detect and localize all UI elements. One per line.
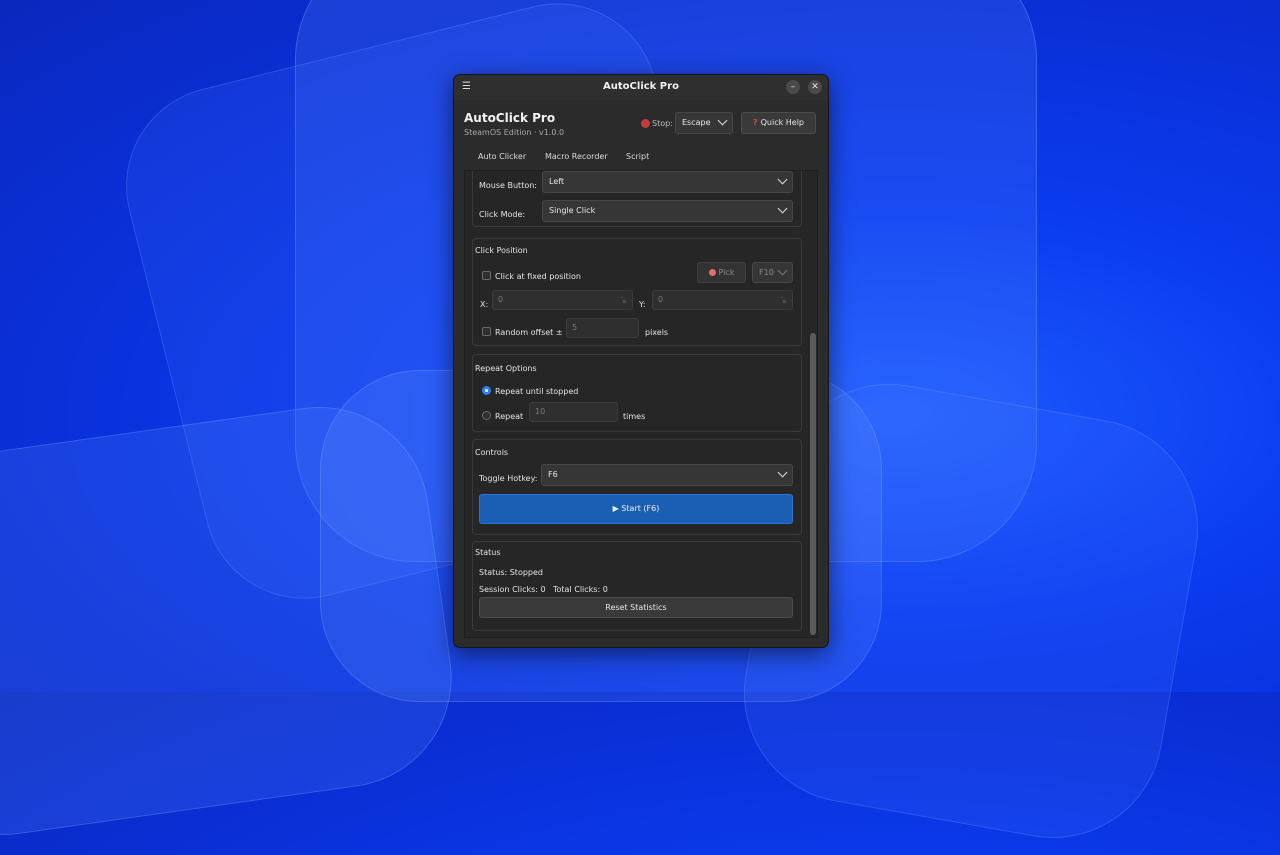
tab-auto-clicker[interactable]: Auto Clicker	[470, 146, 535, 172]
spin-arrows-icon[interactable]: – ≡	[780, 295, 788, 305]
window-title: AutoClick Pro	[603, 81, 679, 92]
stop-key-select[interactable]: Escape	[675, 112, 733, 134]
tab-script[interactable]: Script	[618, 146, 657, 170]
toggle-hotkey-label: Toggle Hotkey:	[479, 474, 538, 483]
pick-label: Pick	[718, 268, 735, 277]
close-button[interactable]: ✕	[808, 80, 822, 94]
chevron-down-icon	[777, 174, 788, 185]
question-icon: ?	[752, 118, 758, 127]
wallpaper-shape	[0, 392, 466, 850]
chevron-down-icon	[777, 203, 788, 214]
pick-button[interactable]: Pick	[697, 262, 746, 283]
vertical-scrollbar[interactable]	[810, 333, 816, 635]
click-position-title: Click Position	[475, 246, 528, 255]
spin-arrows-icon[interactable]: – ≡	[620, 295, 628, 305]
app-title: AutoClick Pro	[464, 111, 556, 125]
repeat-until-stopped-label: Repeat until stopped	[495, 387, 579, 396]
repeat-count-radio[interactable]	[482, 411, 491, 420]
minimize-button[interactable]: –	[786, 80, 800, 94]
pixels-label: pixels	[645, 328, 669, 337]
repeat-until-stopped-radio[interactable]	[482, 386, 491, 395]
record-icon	[708, 269, 716, 276]
app-window: ☰ AutoClick Pro – ✕ AutoClick Pro SteamO…	[453, 74, 829, 648]
session-clicks: Session Clicks: 0	[479, 585, 546, 594]
toggle-hotkey-select[interactable]: F6	[541, 464, 793, 486]
total-clicks: Total Clicks: 0	[553, 585, 608, 594]
tab-content: Mouse Button: Left Click Mode: Single Cl…	[464, 170, 818, 638]
reset-statistics-button[interactable]: Reset Statistics	[479, 597, 793, 618]
fixed-position-checkbox[interactable]	[482, 271, 491, 280]
x-label: X:	[480, 300, 489, 309]
repeat-label: Repeat	[495, 412, 524, 421]
tab-macro-recorder[interactable]: Macro Recorder	[537, 146, 616, 170]
random-offset-value: 5	[572, 323, 578, 332]
title-bar[interactable]: ☰ AutoClick Pro – ✕	[454, 75, 828, 100]
click-mode-value: Single Click	[549, 206, 596, 215]
random-offset-checkbox[interactable]	[482, 327, 491, 336]
random-offset-label: Random offset ±	[495, 328, 563, 337]
toggle-hotkey-value: F6	[548, 470, 558, 479]
repeat-count-value: 10	[535, 407, 546, 416]
repeat-options-title: Repeat Options	[475, 364, 537, 373]
pick-hotkey-select[interactable]: F10	[752, 262, 793, 283]
y-label: Y:	[639, 300, 646, 309]
mouse-button-select[interactable]: Left	[542, 171, 793, 193]
controls-title: Controls	[475, 448, 509, 457]
x-value: 0	[498, 295, 504, 304]
stop-key-value: Escape	[682, 118, 711, 127]
stop-icon	[641, 119, 650, 128]
app-subtitle: SteamOS Edition · v1.0.0	[464, 128, 565, 137]
repeat-count-input[interactable]: 10	[529, 402, 618, 422]
x-input[interactable]: 0 – ≡	[492, 290, 633, 310]
tab-bar: Auto Clicker Macro Recorder Script	[464, 146, 818, 172]
times-label: times	[623, 412, 646, 421]
quick-help-label: Quick Help	[760, 118, 805, 127]
pick-hotkey-value: F10	[759, 268, 774, 277]
random-offset-input[interactable]: 5	[566, 318, 639, 338]
chevron-down-icon	[717, 115, 728, 126]
start-button[interactable]: ▶ Start (F6)	[479, 494, 793, 524]
mouse-button-value: Left	[549, 177, 565, 186]
chevron-down-icon	[777, 467, 788, 478]
quick-help-button[interactable]: ? Quick Help	[741, 112, 816, 134]
status-text: Status: Stopped	[479, 568, 543, 577]
status-title: Status	[475, 548, 501, 557]
stop-label: Stop:	[652, 119, 673, 128]
mouse-button-label: Mouse Button:	[479, 181, 537, 190]
fixed-position-label: Click at fixed position	[495, 272, 581, 281]
click-mode-select[interactable]: Single Click	[542, 200, 793, 222]
y-input[interactable]: 0 – ≡	[652, 290, 793, 310]
y-value: 0	[658, 295, 664, 304]
click-mode-label: Click Mode:	[479, 210, 526, 219]
chevron-down-icon	[777, 265, 788, 276]
